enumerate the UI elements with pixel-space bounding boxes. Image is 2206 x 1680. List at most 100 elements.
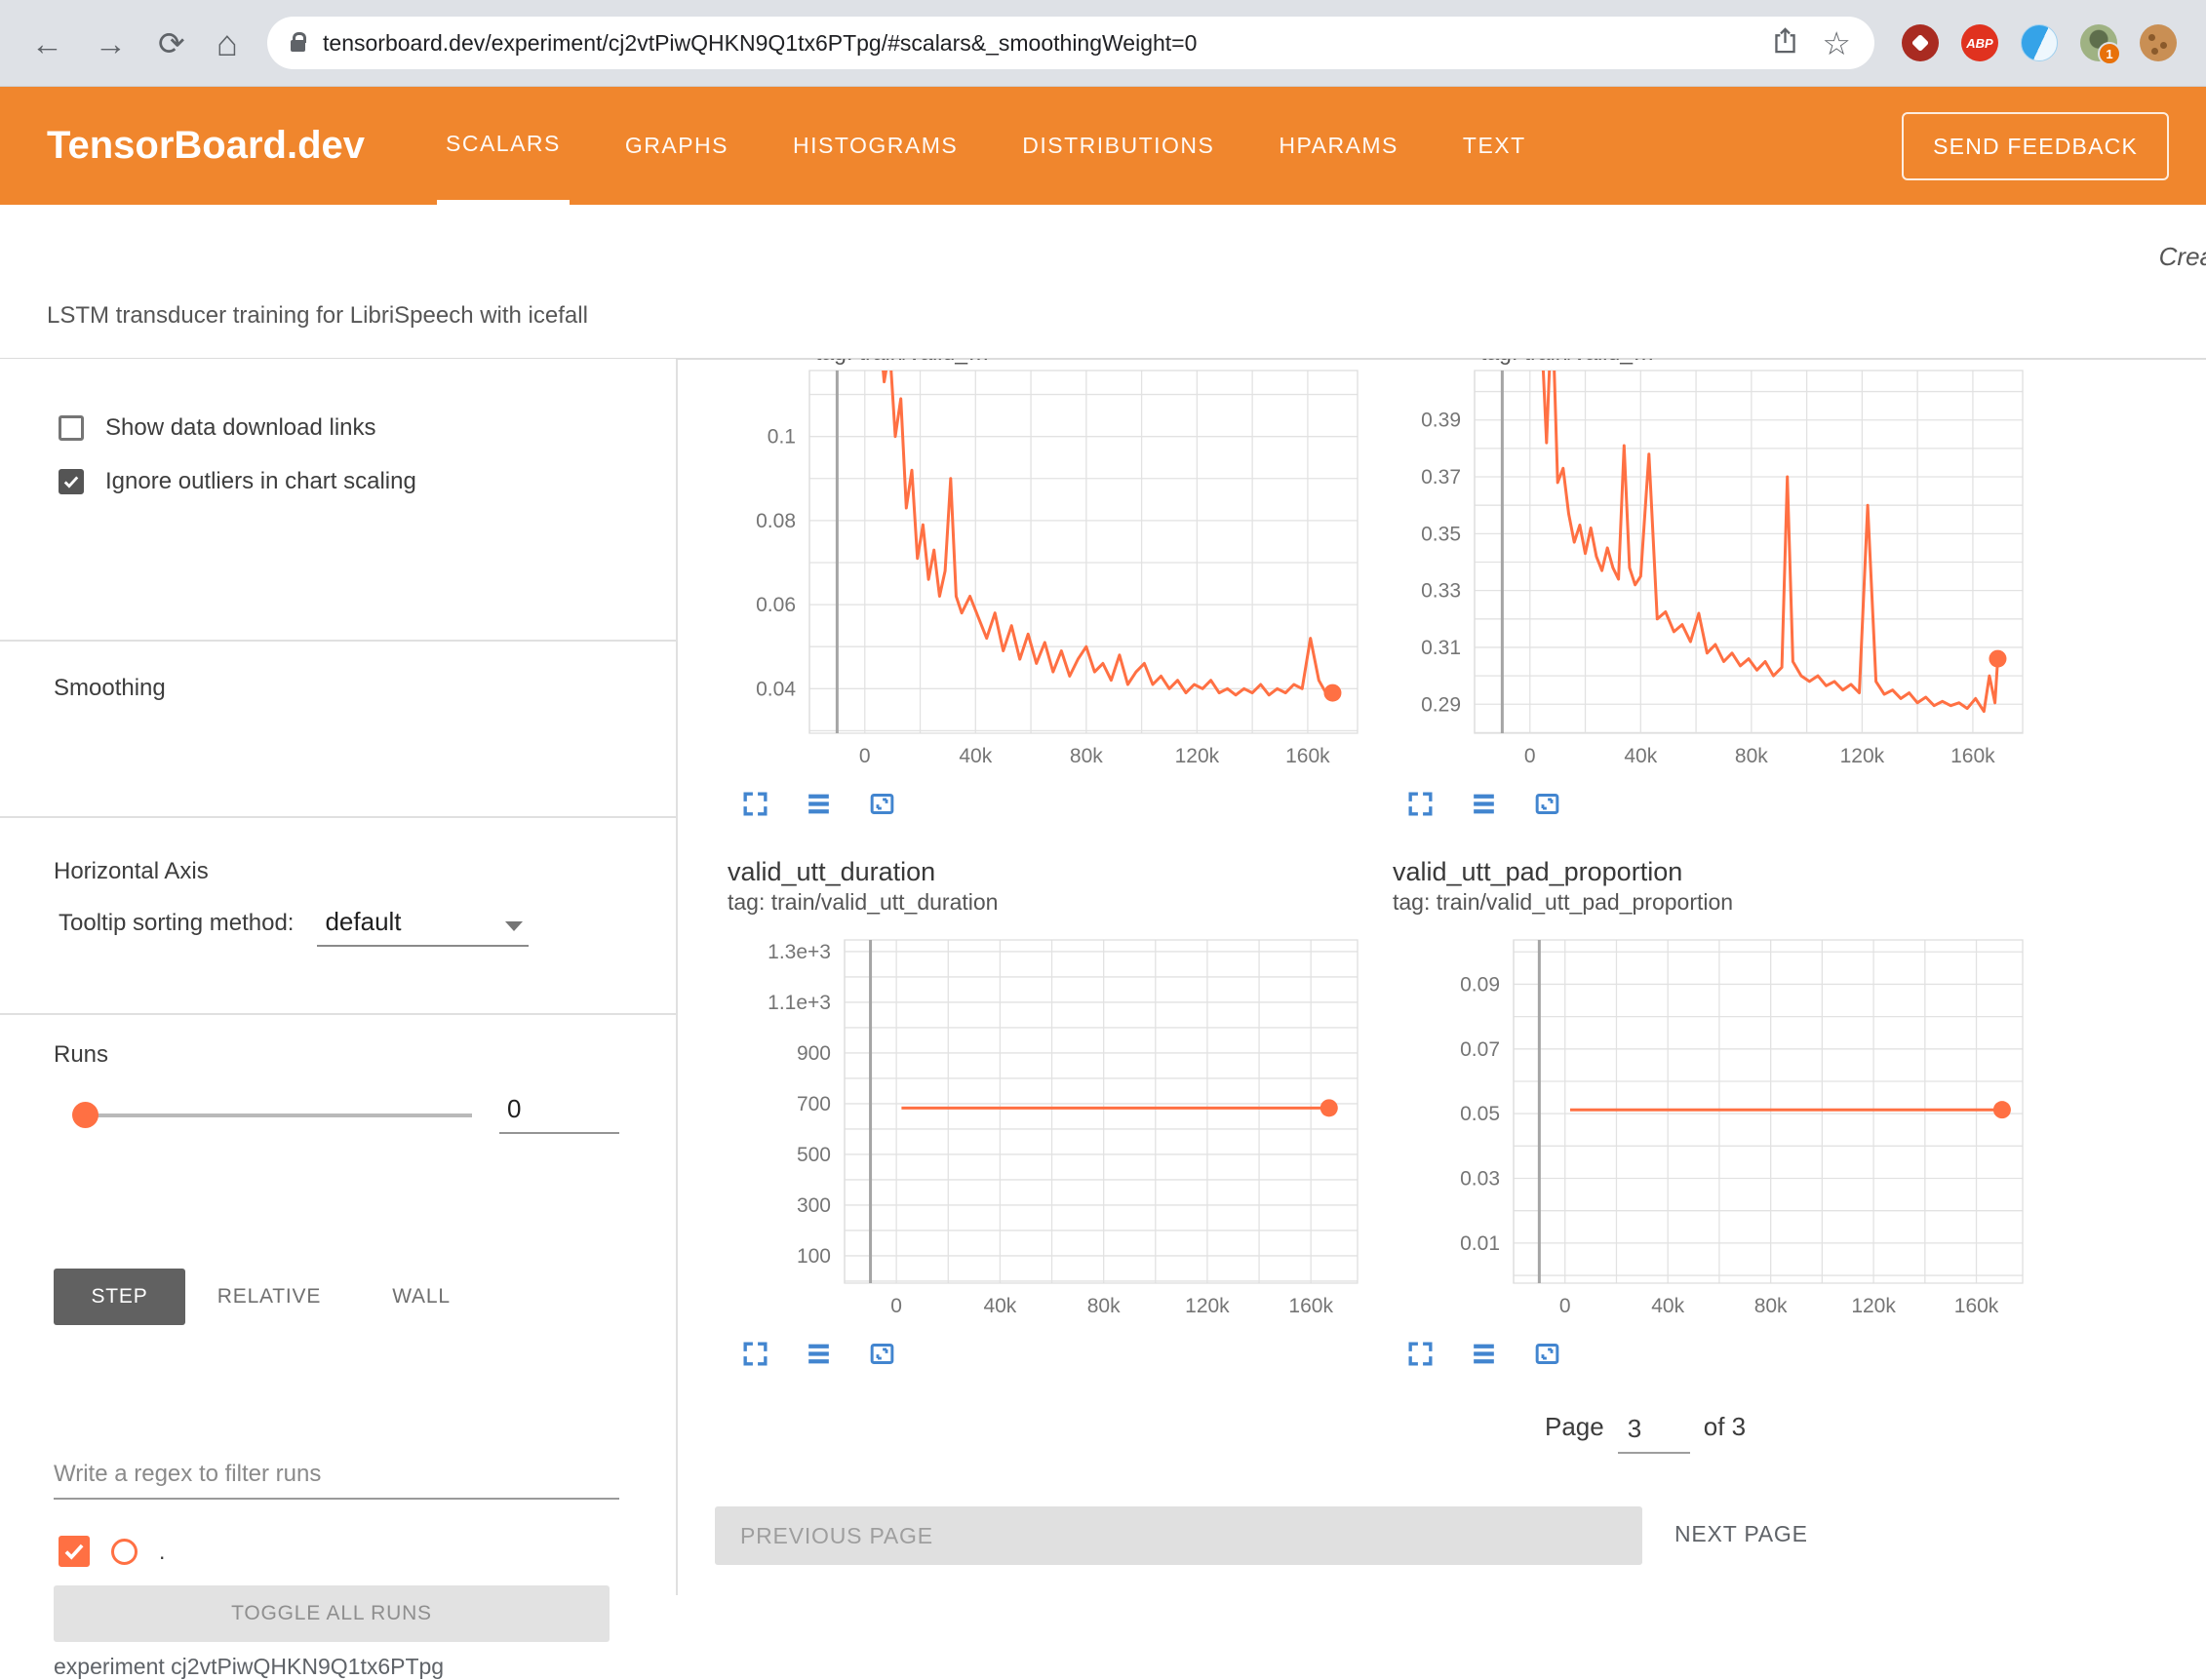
svg-text:160k: 160k [1950,745,1995,767]
run-color-swatch[interactable] [111,1539,138,1565]
page-number-input[interactable]: 3 [1618,1412,1690,1454]
adblocker-icon[interactable] [1902,24,1939,61]
svg-text:0: 0 [1524,745,1536,767]
home-icon[interactable]: ⌂ [217,25,238,61]
expand-chart-button[interactable] [735,1334,774,1373]
chart-actions [1400,1334,2060,1373]
send-feedback-button[interactable]: SEND FEEDBACK [1902,112,2169,180]
chart-card: valid_utt_pad_proportion tag: train/vali… [1387,856,2060,1373]
svg-text:40k: 40k [959,745,992,767]
next-page-button[interactable]: NEXT PAGE [1674,1521,1808,1547]
scalar-chart[interactable]: 040k80k120k160k0.10.080.060.04 [722,369,1365,774]
lock-icon[interactable] [291,40,305,52]
ignore-outliers-row[interactable]: Ignore outliers in chart scaling [59,468,416,495]
svg-text:40k: 40k [1651,1295,1684,1317]
previous-page-button[interactable]: PREVIOUS PAGE [715,1506,1642,1565]
scalar-chart[interactable]: 040k80k120k160k1.3e+31.1e+39007005003001… [722,938,1365,1324]
tab-text[interactable]: TEXT [1454,87,1535,205]
reload-icon[interactable]: ⟳ [158,27,185,59]
run-name: . [159,1539,165,1565]
svg-text:160k: 160k [1288,1295,1333,1317]
run-row[interactable]: . [59,1534,165,1569]
scalar-chart[interactable]: 040k80k120k160k0.390.370.350.330.310.29 [1387,369,2030,774]
axis-step-button[interactable]: STEP [54,1269,185,1325]
settings-sidebar: Show data download links Ignore outliers… [0,359,676,1595]
fit-domain-button[interactable] [1527,1334,1566,1373]
tab-hparams[interactable]: HPARAMS [1270,87,1407,205]
back-icon[interactable]: ← [31,27,63,59]
expand-chart-button[interactable] [735,784,774,823]
bookmark-star-icon[interactable]: ☆ [1822,24,1851,62]
axis-relative-button[interactable]: RELATIVE [185,1269,353,1325]
runs-filter-input[interactable]: Write a regex to filter runs [54,1459,619,1500]
run-checkbox[interactable] [59,1536,90,1567]
url-bar[interactable]: tensorboard.dev/experiment/cj2vtPiwQHKN9… [267,17,1874,69]
screenshot-extension-icon[interactable] [2021,24,2058,61]
show-download-links-row[interactable]: Show data download links [59,414,376,442]
cookie-extension-icon[interactable] [2140,24,2177,61]
forward-icon[interactable]: → [95,27,127,59]
svg-text:0.1: 0.1 [768,426,796,449]
tooltip-sorting-select[interactable]: default [317,905,529,947]
ignore-outliers-label: Ignore outliers in chart scaling [105,468,416,495]
axis-wall-button[interactable]: WALL [353,1269,490,1325]
svg-text:700: 700 [797,1093,831,1115]
svg-text:80k: 80k [1735,745,1768,767]
chart-tag: tag: train/valid_utt_pad_proportion [1387,887,2060,917]
toggle-all-runs-button[interactable]: TOGGLE ALL RUNS [54,1585,610,1642]
svg-text:0.05: 0.05 [1460,1103,1500,1125]
slider-thumb[interactable] [72,1102,98,1128]
clipped-chart-header: tag: train/valid_… [1387,359,2060,369]
tab-distributions[interactable]: DISTRIBUTIONS [1013,87,1223,205]
extensions-row: ABP 1 [1902,24,2177,61]
sidebar-divider [676,360,678,1595]
show-download-links-checkbox[interactable] [59,415,84,441]
data-series-button[interactable] [1464,784,1503,823]
svg-text:0.37: 0.37 [1421,466,1461,488]
svg-text:120k: 120k [1851,1295,1896,1317]
chart-card: tag: train/valid_… 040k80k120k160k0.10.0… [722,359,1395,823]
slider-track[interactable] [84,1113,472,1117]
svg-text:900: 900 [797,1042,831,1065]
tab-scalars[interactable]: SCALARS [437,87,570,205]
main-nav: SCALARS GRAPHS HISTOGRAMS DISTRIBUTIONS … [437,87,1535,205]
fit-domain-button[interactable] [862,784,901,823]
smoothing-label: Smoothing [54,675,166,702]
profile-badge: 1 [2098,42,2121,65]
chart-actions [735,1334,1395,1373]
profile-avatar[interactable]: 1 [2080,24,2117,61]
expand-chart-button[interactable] [1400,1334,1439,1373]
scalar-chart[interactable]: 040k80k120k160k0.090.070.050.030.01 [1387,938,2030,1324]
svg-text:120k: 120k [1185,1295,1230,1317]
svg-text:40k: 40k [1624,745,1657,767]
ignore-outliers-checkbox[interactable] [59,469,84,494]
fit-domain-button[interactable] [1527,784,1566,823]
clipped-chart-header: tag: train/valid_… [722,359,1395,369]
app-logo[interactable]: TensorBoard.dev [47,124,365,168]
app-header: TensorBoard.dev SCALARS GRAPHS HISTOGRAM… [0,87,2206,205]
data-series-button[interactable] [799,1334,838,1373]
expand-chart-button[interactable] [1400,784,1439,823]
experiment-id-label: experiment cj2vtPiwQHKN9Q1tx6PTpg [54,1654,444,1680]
abp-extension-icon[interactable]: ABP [1961,24,1998,61]
svg-text:40k: 40k [983,1295,1016,1317]
url-text[interactable]: tensorboard.dev/experiment/cj2vtPiwQHKN9… [323,30,1197,57]
chart-card: tag: train/valid_… 040k80k120k160k0.390.… [1387,359,2060,823]
tab-histograms[interactable]: HISTOGRAMS [784,87,966,205]
horizontal-axis-label: Horizontal Axis [54,858,209,885]
data-series-button[interactable] [799,784,838,823]
svg-text:0.31: 0.31 [1421,637,1461,659]
data-series-button[interactable] [1464,1334,1503,1373]
svg-text:0.07: 0.07 [1460,1038,1500,1061]
svg-text:0.39: 0.39 [1421,410,1461,432]
chart-actions [1400,784,2060,823]
horizontal-axis-toggle: STEP RELATIVE WALL [54,1269,490,1325]
show-download-links-label: Show data download links [105,414,376,442]
share-icon[interactable] [1770,25,1800,60]
svg-text:0.04: 0.04 [756,678,796,700]
smoothing-slider[interactable] [59,1098,478,1131]
svg-text:500: 500 [797,1144,831,1166]
tab-graphs[interactable]: GRAPHS [616,87,737,205]
fit-domain-button[interactable] [862,1334,901,1373]
smoothing-value-input[interactable]: 0 [499,1090,619,1134]
